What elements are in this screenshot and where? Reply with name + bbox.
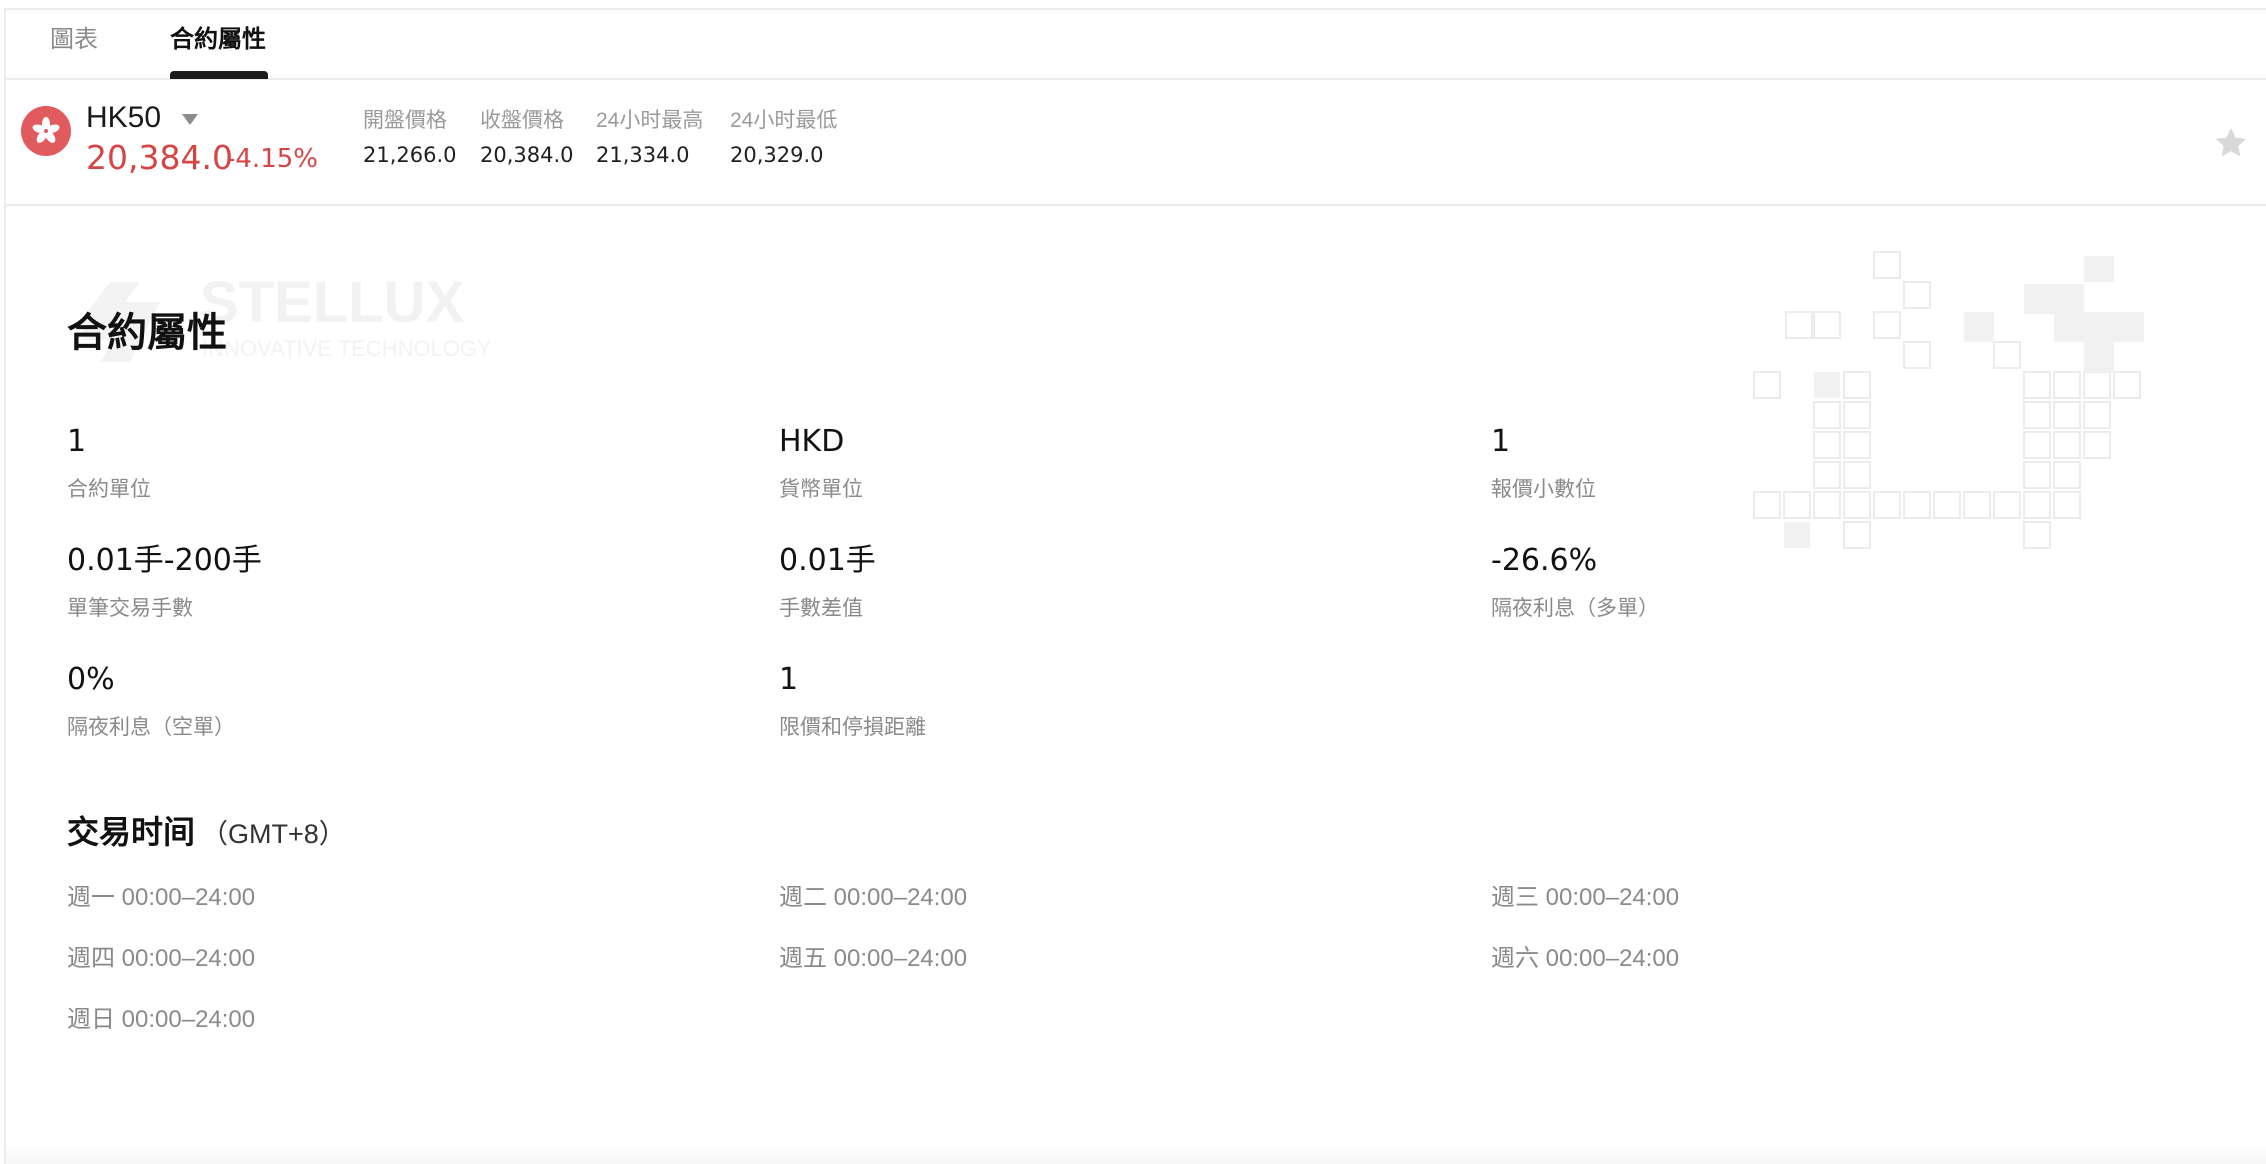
property-label: 隔夜利息（多單）: [1491, 597, 1659, 620]
stat-24h-low: 24小时最低 20,329.0: [730, 108, 837, 168]
watermark-brand-text: STELLUX: [200, 270, 465, 335]
stat-value: 21,334.0: [596, 143, 690, 167]
trading-hours-title: 交易时间 （GMT+8）: [67, 810, 346, 856]
property-quote-decimals: 1 報價小數位: [1491, 424, 2051, 504]
stat-24h-high: 24小时最高 21,334.0: [596, 108, 703, 168]
property-value: 0.01手-200手: [67, 543, 262, 578]
property-swap-long: -26.6% 隔夜利息（多單）: [1491, 543, 2051, 623]
property-label: 合約單位: [67, 478, 151, 501]
property-lot-range: 0.01手-200手 單筆交易手數: [67, 543, 627, 623]
trading-hours-heading: 交易时间: [67, 814, 196, 850]
property-value: 1: [779, 662, 799, 697]
property-value: -26.6%: [1491, 543, 1598, 578]
trading-hours-sunday: 週日 00:00–24:00: [67, 1006, 256, 1033]
property-value: 0.01手: [779, 543, 876, 578]
stat-label: 收盤價格: [480, 109, 564, 132]
stat-label: 開盤價格: [363, 109, 447, 132]
trading-hours-wednesday: 週三 00:00–24:00: [1491, 884, 1680, 911]
trading-hours-friday: 週五 00:00–24:00: [779, 945, 968, 972]
stat-close-price: 收盤價格 20,384.0: [480, 108, 574, 168]
property-value: 0%: [67, 662, 115, 697]
hong-kong-flag-icon: [21, 106, 71, 156]
tab-chart[interactable]: 圖表: [50, 24, 98, 56]
trading-hours-monday: 週一 00:00–24:00: [67, 884, 256, 911]
property-label: 報價小數位: [1491, 478, 1596, 501]
property-lot-step: 0.01手 手數差值: [779, 543, 1339, 623]
property-value: 1: [67, 424, 87, 459]
favorite-star-icon[interactable]: [2212, 124, 2250, 162]
property-contract-unit: 1 合約單位: [67, 424, 627, 504]
tab-contract-properties[interactable]: 合約屬性: [170, 24, 266, 56]
property-label: 限價和停損距離: [779, 716, 926, 739]
stat-value: 20,384.0: [480, 143, 574, 167]
property-stop-distance: 1 限價和停損距離: [779, 662, 1339, 742]
property-label: 單筆交易手數: [67, 597, 193, 620]
property-label: 貨幣單位: [779, 478, 863, 501]
stat-open-price: 開盤價格 21,266.0: [363, 108, 457, 168]
bottom-fade: [6, 1144, 2266, 1164]
contract-properties-title: 合約屬性: [67, 311, 227, 355]
instrument-header: HK50 20,384.0 -4.15% 開盤價格 21,266.0 收盤價格 …: [4, 80, 2266, 206]
instrument-dropdown-icon[interactable]: [178, 110, 202, 130]
active-tab-indicator: [170, 71, 268, 79]
watermark-tagline-text: INNOVATIVE TECHNOLOGY: [202, 336, 492, 361]
property-value: 1: [1491, 424, 1511, 459]
current-price: 20,384.0: [86, 138, 233, 177]
stat-label: 24小时最低: [730, 109, 838, 132]
trading-hours-tuesday: 週二 00:00–24:00: [779, 884, 968, 911]
instrument-symbol: HK50: [86, 101, 162, 134]
decorative-mosaic-pattern: [1753, 251, 2144, 549]
property-label: 隔夜利息（空單）: [67, 716, 235, 739]
tab-bar: 圖表 合約屬性: [4, 8, 2266, 80]
stat-label: 24小时最高: [596, 109, 704, 132]
stat-value: 20,329.0: [730, 143, 824, 167]
price-change-percent: -4.15%: [226, 144, 318, 174]
stat-value: 21,266.0: [363, 143, 457, 167]
property-label: 手數差值: [779, 597, 863, 620]
trading-hours-timezone: （GMT+8）: [201, 819, 346, 849]
property-swap-short: 0% 隔夜利息（空單）: [67, 662, 627, 742]
trading-hours-thursday: 週四 00:00–24:00: [67, 945, 256, 972]
property-currency-unit: HKD 貨幣單位: [779, 424, 1339, 504]
trading-hours-saturday: 週六 00:00–24:00: [1491, 945, 1680, 972]
property-value: HKD: [779, 424, 845, 459]
